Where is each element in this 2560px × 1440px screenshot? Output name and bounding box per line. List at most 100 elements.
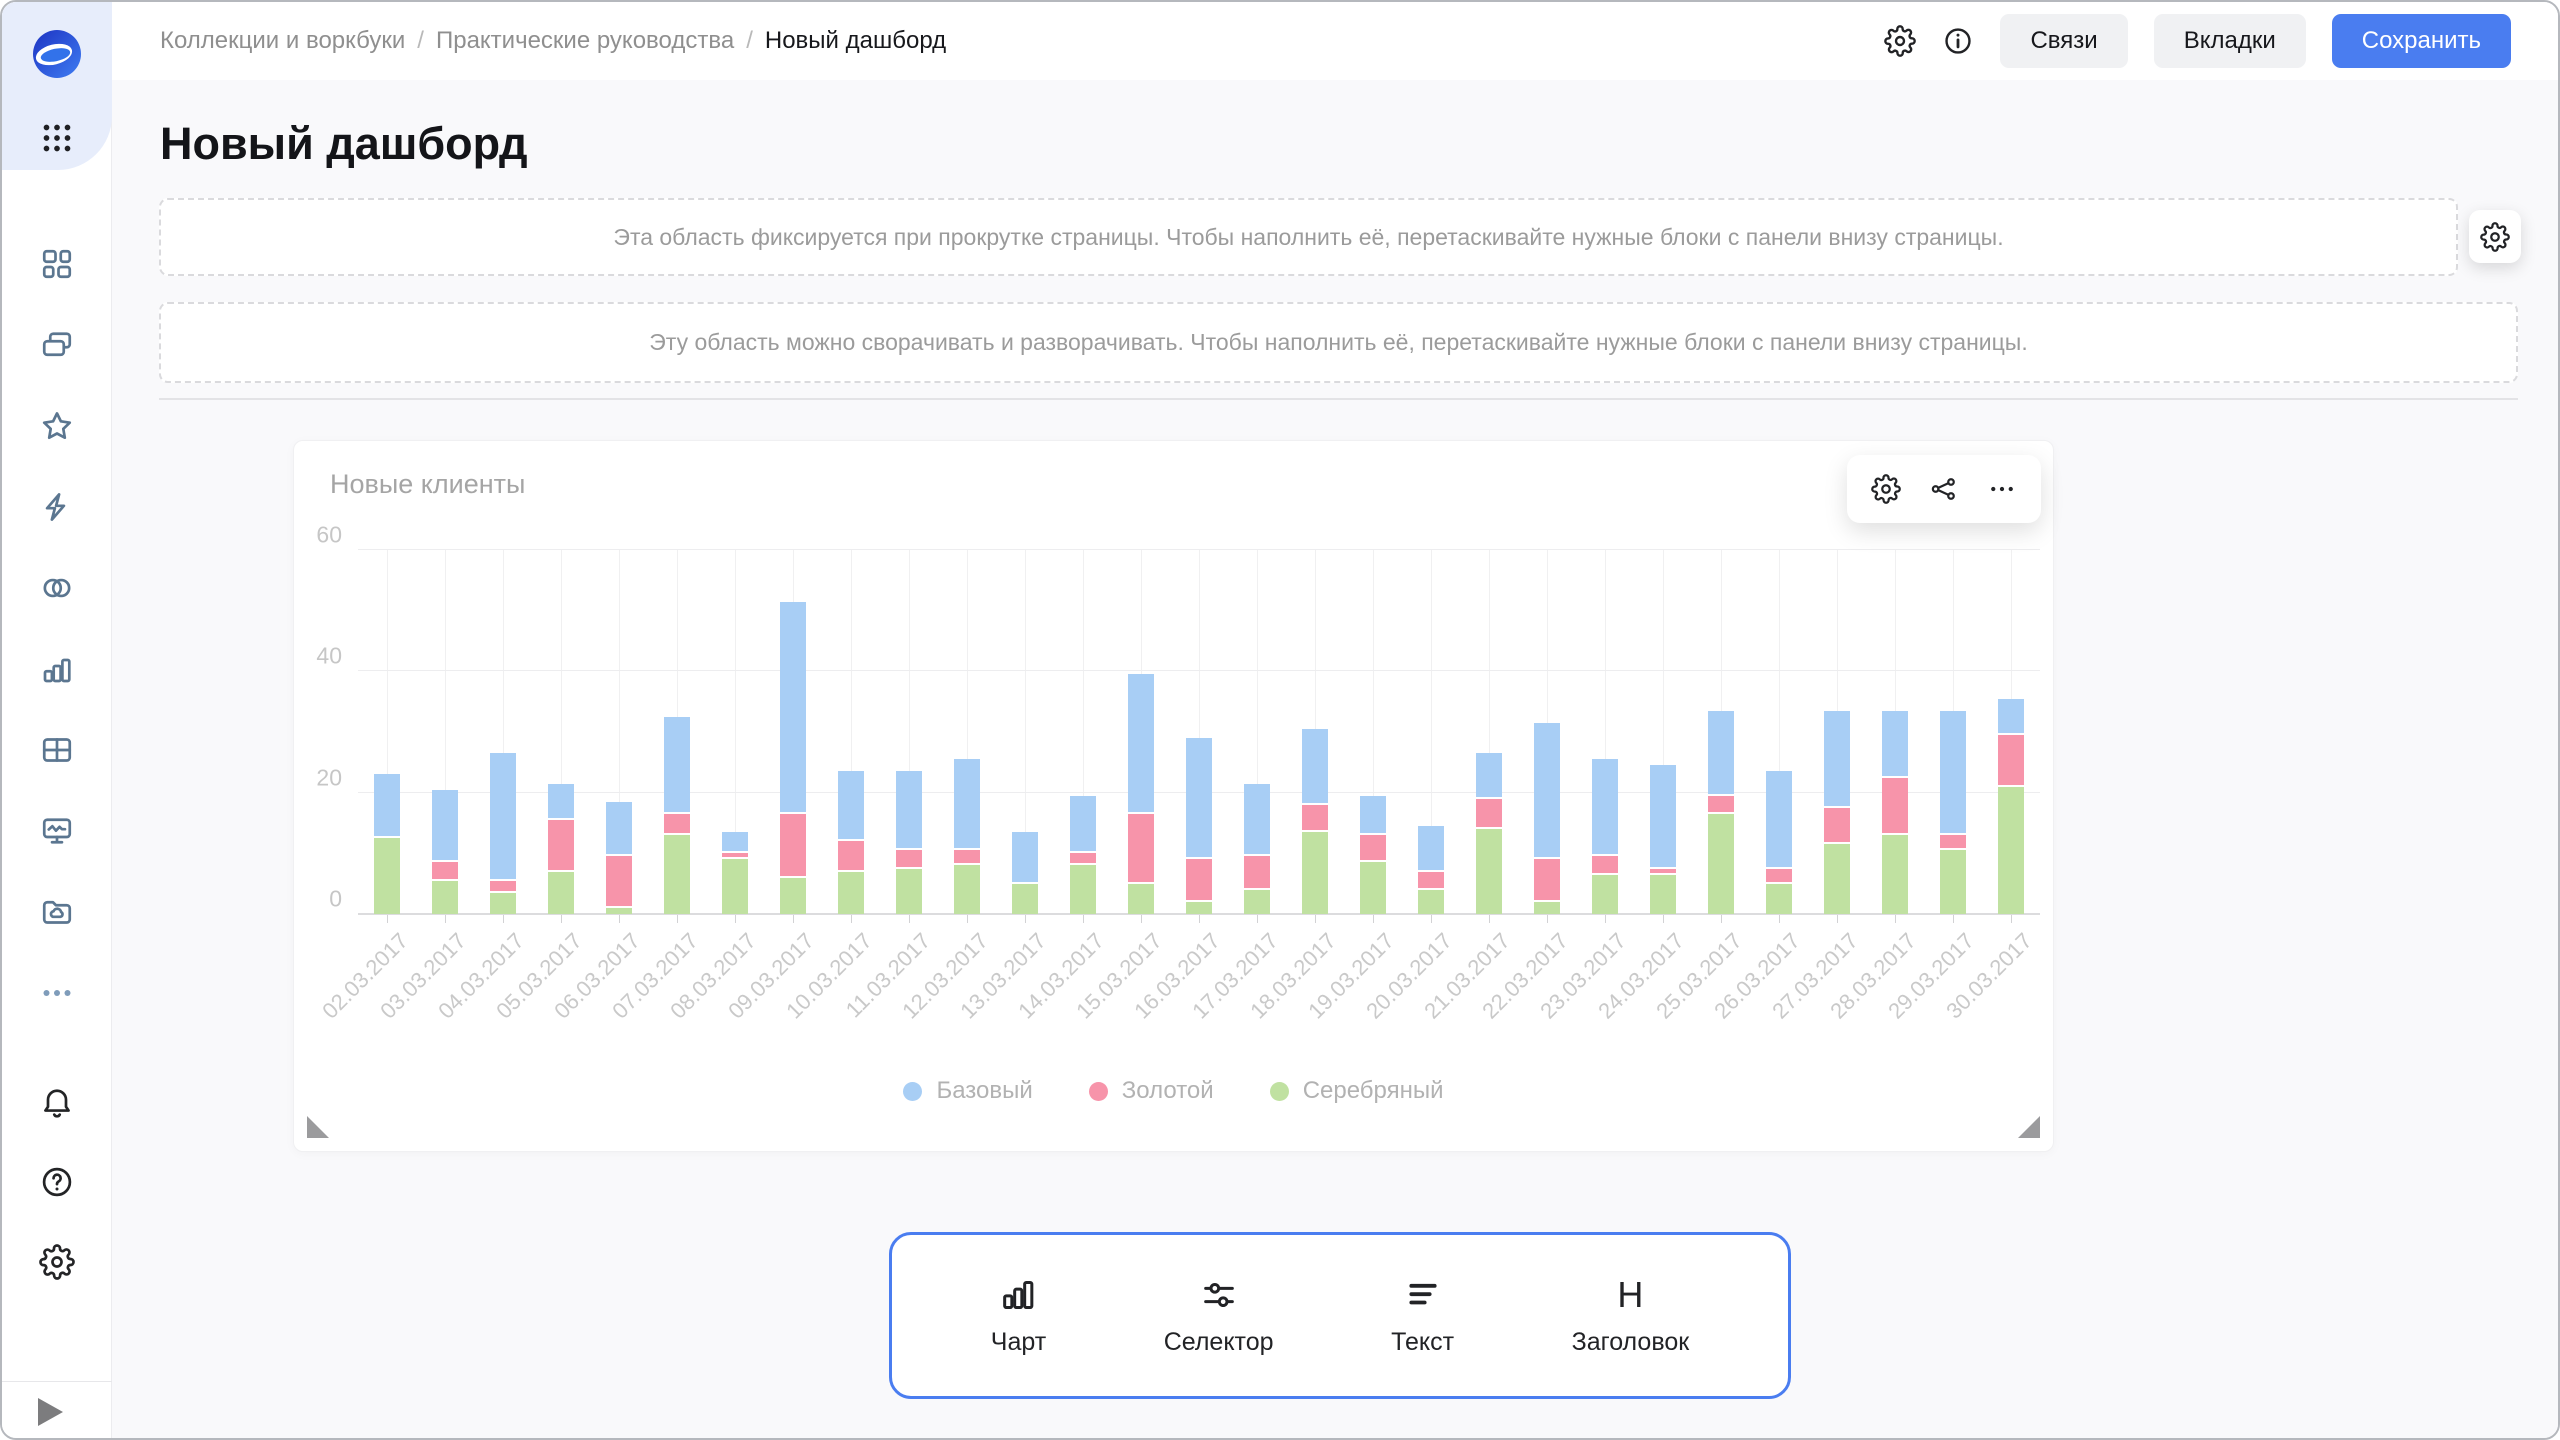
bar-segment[interactable] — [1360, 796, 1386, 835]
widget-more-icon[interactable] — [1987, 474, 2017, 504]
bar-segment[interactable] — [1534, 859, 1560, 901]
bar-segment[interactable] — [606, 908, 632, 914]
bar-segment[interactable] — [1592, 875, 1618, 914]
bar-segment[interactable] — [1418, 826, 1444, 872]
stacked-bar[interactable] — [1708, 711, 1734, 914]
bar-segment[interactable] — [838, 841, 864, 871]
bar-segment[interactable] — [1940, 711, 1966, 835]
stacked-bar[interactable] — [1476, 753, 1502, 914]
resize-handle-bottom-right[interactable] — [2018, 1116, 2040, 1138]
stacked-bar[interactable] — [1940, 711, 1966, 914]
bar-segment[interactable] — [1418, 872, 1444, 890]
bar-segment[interactable] — [1244, 856, 1270, 889]
fixed-area-settings-button[interactable] — [2469, 210, 2521, 263]
bar-segment[interactable] — [432, 881, 458, 914]
bar-segment[interactable] — [664, 717, 690, 814]
bar-segment[interactable] — [1070, 865, 1096, 914]
bar-segment[interactable] — [1766, 884, 1792, 914]
bar-segment[interactable] — [548, 784, 574, 820]
bar-segment[interactable] — [954, 759, 980, 850]
bar-segment[interactable] — [1476, 829, 1502, 914]
sidebar-item-tiles-icon[interactable] — [39, 246, 75, 282]
bar-segment[interactable] — [664, 814, 690, 835]
bar-segment[interactable] — [1708, 711, 1734, 796]
bar-segment[interactable] — [1940, 835, 1966, 850]
bar-segment[interactable] — [490, 893, 516, 914]
bar-segment[interactable] — [1476, 799, 1502, 829]
stacked-bar[interactable] — [1186, 738, 1212, 914]
bar-segment[interactable] — [1882, 835, 1908, 914]
bar-segment[interactable] — [838, 872, 864, 914]
breadcrumb-item[interactable]: Коллекции и воркбуки — [160, 27, 405, 55]
stacked-bar[interactable] — [780, 602, 806, 914]
bar-segment[interactable] — [374, 838, 400, 914]
bar-segment[interactable] — [896, 771, 922, 850]
bar-segment[interactable] — [1534, 723, 1560, 860]
bar-segment[interactable] — [954, 850, 980, 865]
bar-segment[interactable] — [1244, 784, 1270, 857]
bar-segment[interactable] — [1998, 787, 2024, 914]
bar-segment[interactable] — [896, 869, 922, 915]
bar-segment[interactable] — [1592, 759, 1618, 856]
bar-segment[interactable] — [896, 850, 922, 868]
bar-segment[interactable] — [664, 835, 690, 914]
topbar-gear-icon[interactable] — [1884, 25, 1916, 57]
widget-gear-icon[interactable] — [1871, 474, 1901, 504]
stacked-bar[interactable] — [1998, 699, 2024, 914]
sidebar-item-collections-icon[interactable] — [39, 327, 75, 363]
bar-segment[interactable] — [606, 802, 632, 857]
widget-relations-icon[interactable] — [1929, 474, 1959, 504]
breadcrumb-item[interactable]: Практические руководства — [436, 27, 734, 55]
stacked-bar[interactable] — [1418, 826, 1444, 914]
bar-segment[interactable] — [1650, 765, 1676, 868]
stacked-bar[interactable] — [838, 771, 864, 914]
stacked-bar[interactable] — [432, 790, 458, 914]
вкладки-button[interactable]: Вкладки — [2154, 14, 2306, 68]
bar-segment[interactable] — [432, 790, 458, 863]
bar-segment[interactable] — [722, 859, 748, 914]
stacked-bar[interactable] — [1302, 729, 1328, 914]
sidebar-item-monitor-pulse-icon[interactable] — [39, 813, 75, 849]
stacked-bar[interactable] — [1650, 765, 1676, 914]
bar-segment[interactable] — [722, 832, 748, 853]
bar-segment[interactable] — [432, 862, 458, 880]
stacked-bar[interactable] — [1824, 711, 1850, 914]
sidebar-item-help-icon[interactable] — [39, 1164, 75, 1200]
expand-sidebar-icon[interactable] — [38, 1398, 63, 1426]
bar-segment[interactable] — [1012, 832, 1038, 884]
bar-segment[interactable] — [1360, 862, 1386, 914]
bar-segment[interactable] — [1360, 835, 1386, 862]
bar-segment[interactable] — [1012, 884, 1038, 914]
stacked-bar[interactable] — [954, 759, 980, 914]
stacked-bar[interactable] — [490, 753, 516, 914]
resize-handle-bottom-left[interactable] — [307, 1116, 329, 1138]
legend-item[interactable]: Базовый — [903, 1077, 1032, 1105]
stacked-bar[interactable] — [722, 832, 748, 914]
sidebar-item-folder-cloud-icon[interactable] — [39, 894, 75, 930]
bar-segment[interactable] — [1650, 875, 1676, 914]
datalens-logo[interactable] — [32, 29, 82, 79]
stacked-bar[interactable] — [1070, 796, 1096, 914]
legend-item[interactable]: Золотой — [1089, 1077, 1214, 1105]
bar-segment[interactable] — [1244, 890, 1270, 914]
bar-segment[interactable] — [1824, 844, 1850, 914]
sidebar-item-star-icon[interactable] — [39, 408, 75, 444]
bar-segment[interactable] — [1128, 884, 1154, 914]
bar-segment[interactable] — [1824, 711, 1850, 808]
sidebar-item-lightning-icon[interactable] — [39, 489, 75, 525]
bar-segment[interactable] — [606, 856, 632, 908]
stacked-bar[interactable] — [896, 771, 922, 914]
bar-segment[interactable] — [1882, 711, 1908, 778]
bar-segment[interactable] — [1882, 778, 1908, 836]
bar-segment[interactable] — [490, 881, 516, 893]
bar-segment[interactable] — [548, 820, 574, 872]
bar-segment[interactable] — [780, 602, 806, 814]
add-block-selector-block[interactable]: Селектор — [1164, 1275, 1274, 1357]
stacked-bar[interactable] — [1882, 711, 1908, 914]
stacked-bar[interactable] — [1766, 771, 1792, 914]
add-block-text-block[interactable]: Текст — [1391, 1275, 1454, 1357]
bar-segment[interactable] — [1070, 853, 1096, 865]
bar-segment[interactable] — [548, 872, 574, 914]
sidebar-item-gear-icon[interactable] — [39, 1244, 75, 1280]
bar-segment[interactable] — [1940, 850, 1966, 914]
